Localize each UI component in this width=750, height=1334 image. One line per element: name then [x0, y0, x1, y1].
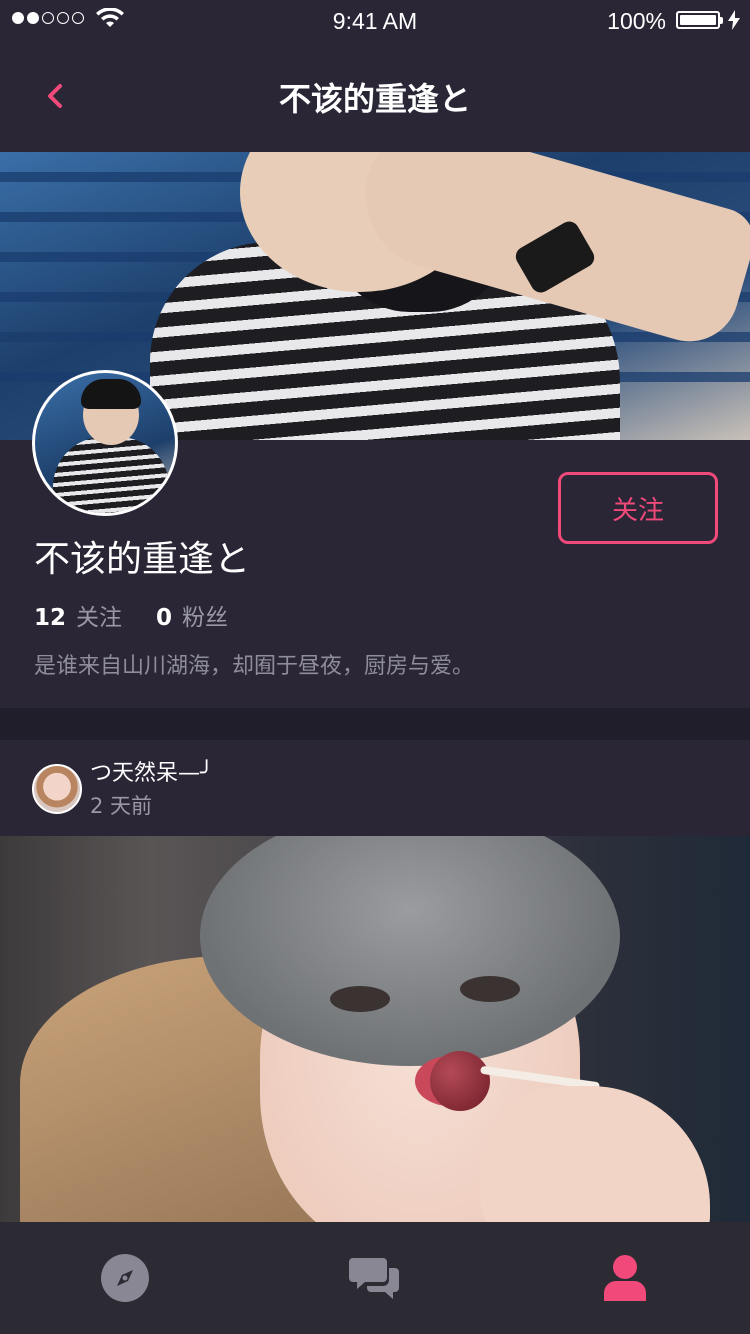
tab-discover[interactable]	[0, 1222, 250, 1334]
battery-icon	[676, 11, 723, 29]
tab-messages[interactable]	[250, 1222, 500, 1334]
chat-bubbles-icon	[349, 1258, 399, 1299]
post-author-avatar[interactable]	[32, 764, 82, 814]
follow-button[interactable]: 关注	[558, 472, 718, 544]
profile-avatar[interactable]	[32, 370, 178, 516]
profile-name: 不该的重逢と	[34, 539, 251, 580]
status-bar: 9:41 AM 100%	[0, 0, 750, 40]
battery-percentage: 100%	[607, 8, 666, 34]
profile-stats: 12 关注 0 粉丝	[34, 598, 228, 632]
post-author-name[interactable]: つ天然呆—╯	[90, 755, 213, 787]
compass-icon	[101, 1254, 149, 1302]
post-timestamp: 2 天前	[90, 794, 153, 818]
following-label[interactable]: 关注	[76, 598, 122, 632]
following-count[interactable]: 12	[34, 605, 66, 631]
user-icon	[604, 1255, 646, 1301]
navigation-bar: 不该的重逢と	[0, 40, 750, 152]
tab-profile[interactable]	[500, 1222, 750, 1334]
page-title: 不该的重逢と	[278, 80, 471, 118]
charging-bolt-icon	[728, 10, 740, 30]
followers-count[interactable]: 0	[156, 605, 172, 631]
post-image[interactable]	[0, 836, 750, 1222]
tab-bar	[0, 1222, 750, 1334]
profile-bio: 是谁来自山川湖海，却囿于昼夜，厨房与爱。	[34, 654, 475, 679]
section-divider	[0, 708, 750, 740]
followers-label[interactable]: 粉丝	[182, 598, 228, 632]
